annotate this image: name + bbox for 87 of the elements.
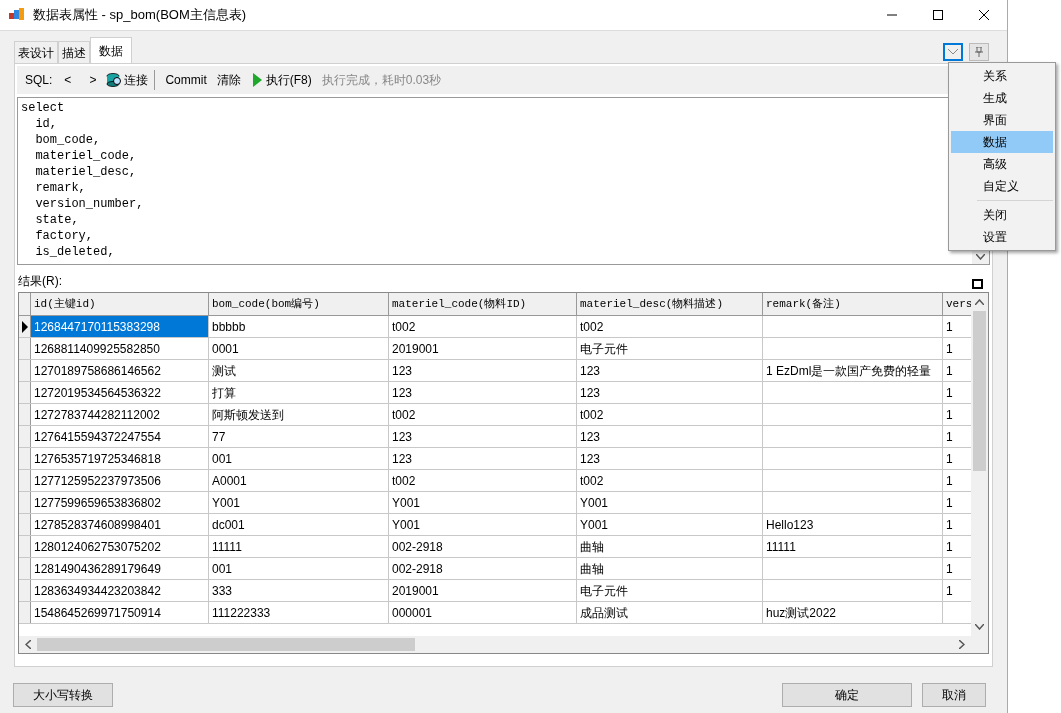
code-line: materiel_code, xyxy=(34,148,137,164)
table-cell-text: t002 xyxy=(392,406,416,424)
table-cell-text: 1278528374608998401 xyxy=(34,516,161,534)
table-cell-text: 1 xyxy=(946,340,953,358)
code-line: state, xyxy=(34,212,79,228)
table-cell-text: 1281490436289179649 xyxy=(34,560,161,578)
table-cell-text: 11111 xyxy=(212,538,242,556)
table-cell-text: 123 xyxy=(580,450,601,468)
table-cell-text: 111222333 xyxy=(212,604,271,622)
table-cell-text: huz测试2022 xyxy=(766,604,837,622)
table-cell-text: 1277599659653836802 xyxy=(34,494,161,512)
code-line: is_deleted, xyxy=(34,244,115,260)
table-cell-text: 曲轴 xyxy=(580,538,604,556)
table-cell-text: 1 xyxy=(946,582,953,600)
table-cell-text: 1268447170115383298 xyxy=(34,318,160,336)
table-cell-text: 001 xyxy=(212,450,233,468)
table-cell-text: Y001 xyxy=(580,494,609,512)
table-cell-text: 1283634934423203842 xyxy=(34,582,161,600)
table-cell-text: 1276535719725346818 xyxy=(34,450,161,468)
table-cell-text: 11111 xyxy=(766,538,796,556)
table-cell-text: Y001 xyxy=(392,494,421,512)
code-line: bom_code, xyxy=(34,132,101,148)
table-cell-text: 123 xyxy=(392,384,413,402)
code-line: select xyxy=(21,100,65,116)
result-label: 结果(R): xyxy=(18,273,62,290)
table-cell-text: 1272783744282112002 xyxy=(34,406,160,424)
code-line: id, xyxy=(34,116,57,132)
table-cell-text: 123 xyxy=(580,428,601,446)
table-cell-text: 2019001 xyxy=(392,582,439,600)
table-cell-text: Y001 xyxy=(580,516,609,534)
table-cell-text: dc001 xyxy=(212,516,245,534)
table-cell-text: 000001 xyxy=(392,604,433,622)
table-cell-text: 成品测试 xyxy=(580,604,628,622)
table-cell-text: Y001 xyxy=(392,516,421,534)
table-cell-text: t002 xyxy=(392,318,416,336)
table-cell-text: 1280124062753075202 xyxy=(34,538,161,556)
sql-label: SQL: xyxy=(25,72,53,89)
table-cell-text: 打算 xyxy=(212,384,236,402)
table-cell-text: 1268811409925582850 xyxy=(34,340,160,358)
table-cell-text: 123 xyxy=(580,384,601,402)
table-cell-text: 123 xyxy=(392,450,413,468)
table-cell-text: 123 xyxy=(580,362,601,380)
table-cell-text: t002 xyxy=(392,472,416,490)
window-title: 数据表属性 - sp_bom(BOM主信息表) xyxy=(33,6,247,25)
table-cell-text: 123 xyxy=(392,428,413,446)
table-cell-text: 002-2918 xyxy=(392,538,443,556)
table-cell-text: 电子元件 xyxy=(580,340,628,358)
table-cell-text: bbbbb xyxy=(212,318,246,336)
table-cell-text: 1 xyxy=(946,516,953,534)
table-cell-text: 电子元件 xyxy=(580,582,628,600)
table-cell-text: 77 xyxy=(212,428,226,446)
table-cell-text: 1 xyxy=(946,362,953,380)
table-cell-text: 1 xyxy=(946,428,953,446)
table-cell-text: 1 xyxy=(946,472,953,490)
table-cell-text: 1272019534564536322 xyxy=(34,384,161,402)
table-cell-text: 333 xyxy=(212,582,233,600)
table-cell-text: 1277125952237973506 xyxy=(34,472,161,490)
table-cell-text: 001 xyxy=(212,560,233,578)
table-cell-text: 测试 xyxy=(212,362,236,380)
table-cell-text: t002 xyxy=(580,406,604,424)
table-cell-text: 1 xyxy=(946,450,953,468)
table-cell-text: 1 xyxy=(946,384,953,402)
table-cell-text: 1276415594372247554 xyxy=(34,428,161,446)
table-cell-text: Hello123 xyxy=(766,516,814,534)
table-cell-text: 1 xyxy=(946,406,953,424)
code-line: materiel_desc, xyxy=(34,164,137,180)
table-cell-text: 1548645269971750914 xyxy=(34,604,161,622)
table-cell-text: 1 xyxy=(946,560,953,578)
table-cell-text: 1270189758686146562 xyxy=(34,362,161,380)
table-cell-text: t002 xyxy=(580,472,604,490)
table-cell-text: t002 xyxy=(580,318,604,336)
table-cell-text: 阿斯顿发送到 xyxy=(212,406,284,424)
table-cell-text: 1 xyxy=(946,538,953,556)
table-cell-text: 1 EzDml是一款国产免费的轻量 xyxy=(766,362,932,380)
table-cell-text: 2019001 xyxy=(392,340,439,358)
table-cell-text: 1 xyxy=(946,494,953,512)
table-cell-text: 曲轴 xyxy=(580,560,604,578)
table-cell-text: Y001 xyxy=(212,494,241,512)
code-line: remark, xyxy=(34,180,86,196)
table-cell-text: 1 xyxy=(946,318,953,336)
table-cell-text: A0001 xyxy=(212,472,247,490)
status-text: 执行完成，耗时0.03秒 xyxy=(321,72,442,89)
code-line: factory, xyxy=(34,228,93,244)
code-line: version_number, xyxy=(34,196,144,212)
table-cell-text: 0001 xyxy=(212,340,239,358)
table-cell-text: 123 xyxy=(392,362,413,380)
table-cell-text: 002-2918 xyxy=(392,560,443,578)
